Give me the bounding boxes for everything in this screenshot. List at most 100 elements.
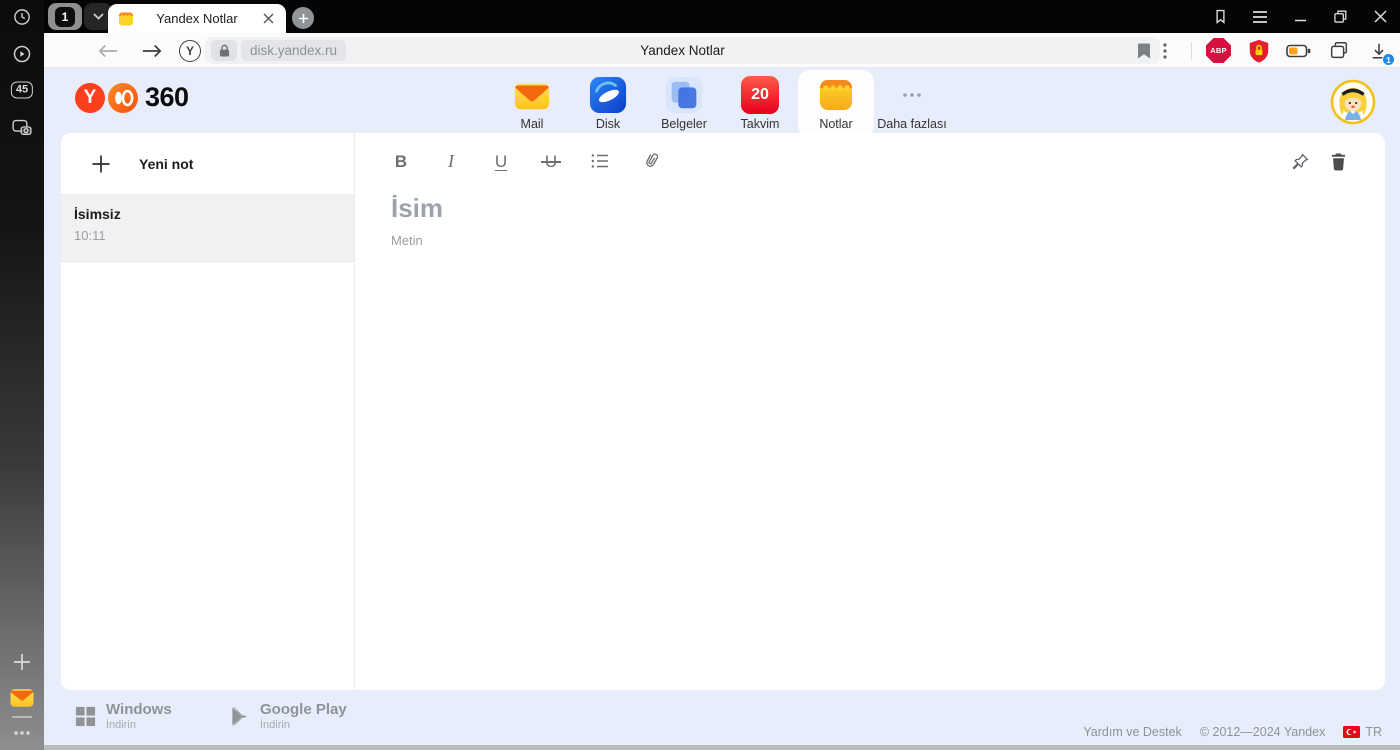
bold-button[interactable]: B xyxy=(391,153,411,170)
ssl-lock-icon[interactable] xyxy=(211,40,237,61)
language-code: TR xyxy=(1365,725,1382,739)
strikethrough-glyph: U xyxy=(544,151,558,171)
attach-file-button[interactable] xyxy=(641,151,661,171)
toolbar-extensions: ABP 1 xyxy=(1151,33,1395,68)
tab-notes-favicon xyxy=(118,11,134,27)
battery-icon[interactable] xyxy=(1285,37,1312,64)
history-clock-icon[interactable] xyxy=(13,8,32,27)
windows-logo-icon xyxy=(75,706,96,726)
yandex-mail-shortcut-icon[interactable] xyxy=(9,685,36,712)
side-panel-toggle-icon[interactable] xyxy=(1208,5,1232,29)
strikethrough-button[interactable]: U xyxy=(541,153,561,170)
kebab-menu-icon[interactable] xyxy=(1151,37,1178,64)
yandex-protect-button[interactable]: Y xyxy=(174,33,206,68)
bullet-list-button[interactable] xyxy=(591,153,611,169)
forward-button[interactable] xyxy=(136,33,168,68)
note-title: İsimsiz xyxy=(74,206,121,222)
nav-label-documents: Belgeler xyxy=(661,117,707,131)
bullet-list-icon xyxy=(591,154,608,168)
pin-icon xyxy=(1292,152,1309,170)
protect-shield-icon[interactable] xyxy=(1245,37,1272,64)
note-timestamp: 10:11 xyxy=(74,228,106,243)
language-selector[interactable]: TR xyxy=(1343,725,1382,739)
documents-icon xyxy=(665,76,703,114)
new-note-label: Yeni not xyxy=(139,155,194,172)
more-apps-icon xyxy=(893,76,931,114)
new-note-button[interactable]: Yeni not xyxy=(61,133,354,195)
tab-counter-button[interactable]: 1 xyxy=(48,3,82,30)
new-tab-button[interactable] xyxy=(292,7,314,29)
paperclip-icon xyxy=(646,153,659,167)
pin-note-button[interactable] xyxy=(1291,152,1310,171)
google-play-download-link[interactable]: Google Play İndirin xyxy=(230,701,347,731)
tab-count-value: 1 xyxy=(55,6,75,27)
notes-app-card: Yeni not İsimsiz 10:11 B I U U İsim Meti… xyxy=(61,133,1385,690)
editor-actions xyxy=(1291,152,1347,171)
disk-icon xyxy=(589,76,627,114)
tab-title: Yandex Notlar xyxy=(156,11,238,26)
minimize-window-icon[interactable] xyxy=(1288,5,1312,29)
footer-right: Yardım ve Destek © 2012—2024 Yandex TR xyxy=(1083,725,1382,739)
note-title-input[interactable]: İsim xyxy=(391,193,1349,224)
tab-bar: 1 Yandex Notlar xyxy=(44,0,1400,33)
trash-icon xyxy=(1331,152,1346,170)
delete-note-button[interactable] xyxy=(1330,152,1347,171)
plus-icon xyxy=(92,155,110,172)
domain-text: disk.yandex.ru xyxy=(250,43,338,58)
browser-toolbar: Y disk.yandex.ru Yandex Notlar ABP 1 xyxy=(44,33,1400,68)
address-bar[interactable]: disk.yandex.ru Yandex Notlar xyxy=(205,37,1160,64)
bottom-edge-strip xyxy=(44,745,1400,750)
copyright-text: © 2012—2024 Yandex xyxy=(1199,725,1326,739)
italic-button[interactable]: I xyxy=(441,152,461,170)
nav-item-documents[interactable]: Belgeler xyxy=(646,70,722,138)
play-video-icon[interactable] xyxy=(12,44,32,64)
nav-item-mail[interactable]: Mail xyxy=(494,70,570,138)
google-play-logo-icon xyxy=(232,706,248,726)
nav-item-more[interactable]: Daha fazlası xyxy=(874,70,950,138)
restore-window-icon[interactable] xyxy=(1328,5,1352,29)
plus-icon xyxy=(298,13,308,23)
yandex-notes-page: Y 360 Mail Disk Belgeler 20 Takvim Notla… xyxy=(44,68,1400,750)
windows-label: Windows xyxy=(106,701,172,718)
notes-list-panel: Yeni not İsimsiz 10:11 xyxy=(61,133,355,690)
close-window-icon[interactable] xyxy=(1368,5,1392,29)
domain-chip[interactable]: disk.yandex.ru xyxy=(241,40,347,61)
nav-item-disk[interactable]: Disk xyxy=(570,70,646,138)
bookmark-flag-icon[interactable] xyxy=(1138,43,1150,58)
more-options-icon[interactable] xyxy=(13,730,31,736)
windows-download-link[interactable]: Windows İndirin xyxy=(75,701,172,731)
nav-item-calendar[interactable]: 20 Takvim xyxy=(722,70,798,138)
window-controls xyxy=(1208,0,1392,33)
page-title: Yandex Notlar xyxy=(640,43,725,58)
underline-button[interactable]: U xyxy=(491,153,511,170)
page-footer: Windows İndirin Google Play İndirin Yard… xyxy=(44,693,1400,745)
nav-label-more: Daha fazlası xyxy=(877,117,947,131)
google-play-label: Google Play xyxy=(260,701,347,718)
downloads-icon[interactable]: 1 xyxy=(1365,37,1395,66)
note-list-item-selected[interactable]: İsimsiz 10:11 xyxy=(61,195,354,262)
screenshot-camera-icon[interactable] xyxy=(12,118,33,137)
active-tab[interactable]: Yandex Notlar xyxy=(108,4,286,33)
google-play-sublabel: İndirin xyxy=(260,718,290,731)
nav-label-calendar: Takvim xyxy=(740,117,780,131)
browser-menu-icon[interactable] xyxy=(1248,5,1272,29)
tabs-counter-badge[interactable]: 45 xyxy=(10,81,34,99)
editor-toolbar: B I U U xyxy=(391,141,1349,181)
calendar-date-badge: 20 xyxy=(751,86,769,103)
adblock-plus-icon[interactable]: ABP xyxy=(1205,37,1232,64)
nav-item-notes-active[interactable]: Notlar xyxy=(798,70,874,138)
services-nav: Mail Disk Belgeler 20 Takvim Notlar Daha… xyxy=(44,70,1400,138)
user-avatar[interactable] xyxy=(1330,79,1376,125)
collections-icon[interactable] xyxy=(1325,37,1352,64)
note-body-input[interactable]: Metin xyxy=(391,233,1349,248)
browser-window: 45 1 Yandex Notlar Y disk.yandex.ru Yand… xyxy=(0,0,1400,750)
nav-label-disk: Disk xyxy=(595,117,621,131)
abp-label: ABP xyxy=(1206,38,1231,63)
back-button[interactable] xyxy=(92,33,124,68)
tab-close-icon[interactable] xyxy=(260,11,276,27)
help-support-link[interactable]: Yardım ve Destek xyxy=(1083,725,1181,739)
tab-count-45-label: 45 xyxy=(10,81,34,99)
notes-icon xyxy=(817,76,855,114)
calendar-icon: 20 xyxy=(741,76,779,114)
add-panel-icon[interactable] xyxy=(12,652,32,672)
